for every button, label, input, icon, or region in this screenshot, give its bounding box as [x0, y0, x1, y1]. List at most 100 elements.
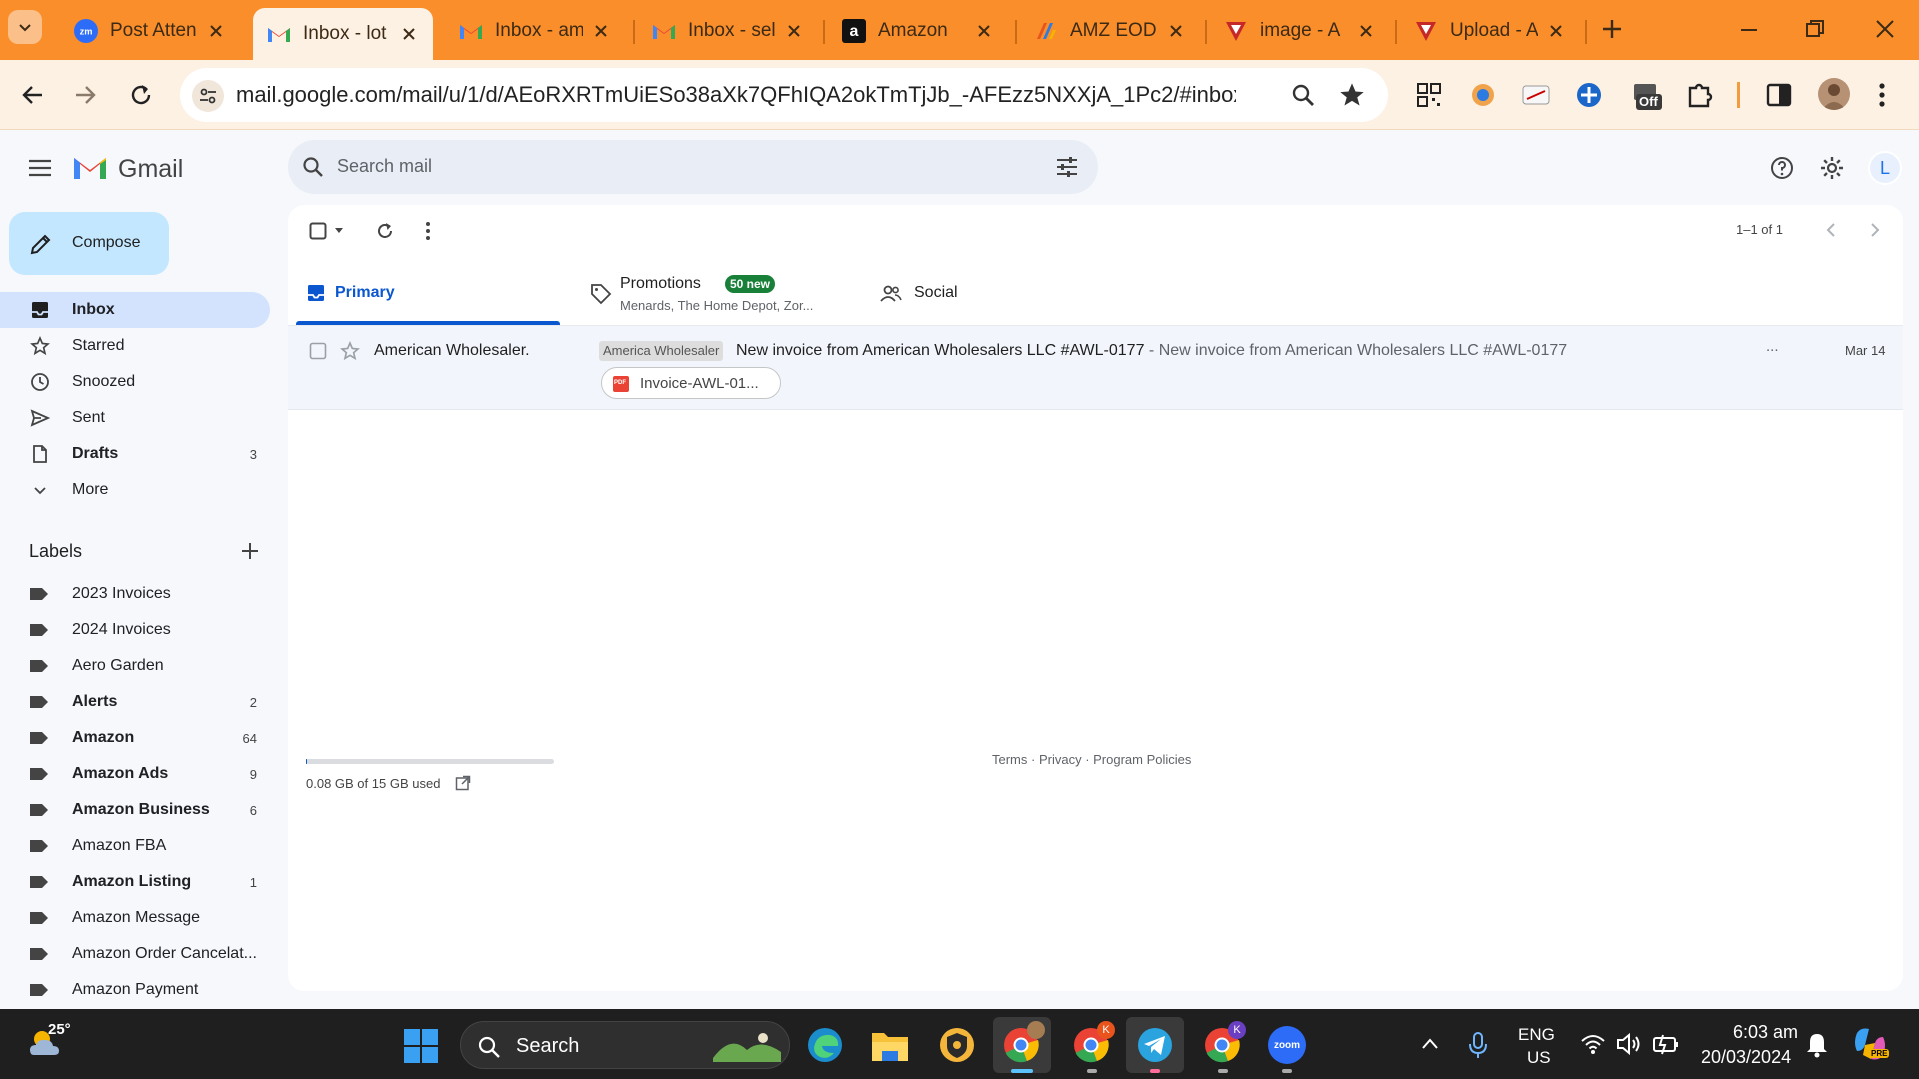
- microphone-icon[interactable]: [1468, 1031, 1488, 1059]
- sidebar-label-item[interactable]: Aero Garden: [0, 648, 270, 684]
- sidebar-item-sent[interactable]: Sent: [0, 400, 270, 436]
- language-indicator[interactable]: ENG: [1518, 1025, 1555, 1045]
- puzzle-blue-extension-icon[interactable]: [1576, 82, 1602, 108]
- tab-promotions[interactable]: Promotions 50 new Menards, The Home Depo…: [588, 265, 848, 325]
- close-icon[interactable]: [974, 21, 994, 41]
- sidebar-item-drafts[interactable]: Drafts 3: [0, 436, 270, 472]
- browser-tab[interactable]: Upload - A: [1400, 10, 1580, 52]
- select-all-checkbox[interactable]: [309, 222, 327, 240]
- restore-icon[interactable]: [1804, 18, 1826, 40]
- close-icon[interactable]: [1546, 21, 1566, 41]
- close-window-icon[interactable]: [1874, 18, 1896, 40]
- copilot-icon[interactable]: PRE: [1851, 1025, 1890, 1063]
- close-icon[interactable]: [784, 21, 804, 41]
- sidebar-label-item[interactable]: Amazon Business 6: [0, 792, 270, 828]
- sidebar-label-item[interactable]: Amazon Ads 9: [0, 756, 270, 792]
- browser-tab[interactable]: Inbox - sel: [638, 10, 818, 52]
- sidebar-label-item[interactable]: 2023 Invoices: [0, 576, 270, 612]
- sidebar-label-item[interactable]: Amazon Payment: [0, 972, 270, 1008]
- sidebar-item-inbox[interactable]: Inbox: [0, 292, 270, 328]
- newer-chevron-right-icon[interactable]: [1868, 221, 1882, 239]
- zoom-search-icon[interactable]: [1290, 82, 1316, 108]
- email-label-chip[interactable]: America Wholesaler: [599, 341, 724, 361]
- taskbar-chrome-k[interactable]: K: [1063, 1017, 1121, 1073]
- search-icon[interactable]: [302, 156, 324, 178]
- back-icon[interactable]: [20, 82, 46, 108]
- star-icon[interactable]: [340, 341, 360, 361]
- more-options-icon[interactable]: [425, 221, 431, 241]
- search-input[interactable]: Search mail: [337, 156, 432, 177]
- sidebar-label-item[interactable]: 2024 Invoices: [0, 612, 270, 648]
- table-row[interactable]: American Wholesaler. America Wholesaler …: [288, 326, 1903, 410]
- refresh-icon[interactable]: [375, 221, 395, 241]
- site-info-icon[interactable]: [192, 80, 224, 112]
- clock-time[interactable]: 6:03 am: [1733, 1022, 1798, 1043]
- sidebar-label-item[interactable]: Amazon FBA: [0, 828, 270, 864]
- sidebar-label-item[interactable]: Alerts 2: [0, 684, 270, 720]
- select-dropdown-icon[interactable]: [334, 227, 344, 235]
- taskbar-chrome-k2[interactable]: K: [1194, 1017, 1252, 1073]
- forward-icon[interactable]: [72, 82, 98, 108]
- help-icon[interactable]: [1770, 156, 1794, 180]
- battery-icon[interactable]: [1652, 1033, 1680, 1055]
- browser-tab[interactable]: Inbox - am: [445, 10, 625, 52]
- browser-tab-active[interactable]: Inbox - lot: [253, 8, 433, 60]
- shield-app-icon[interactable]: [938, 1026, 976, 1064]
- volume-icon[interactable]: [1616, 1032, 1644, 1056]
- close-icon[interactable]: [1356, 21, 1376, 41]
- wifi-icon[interactable]: [1580, 1033, 1606, 1055]
- settings-gear-icon[interactable]: [1819, 155, 1845, 181]
- bookmark-star-icon[interactable]: [1338, 81, 1366, 109]
- sidebar-label-item[interactable]: Amazon Message: [0, 900, 270, 936]
- account-avatar[interactable]: L: [1868, 151, 1902, 185]
- sidebar-item-more[interactable]: More: [0, 472, 270, 508]
- row-checkbox[interactable]: [309, 342, 327, 360]
- browser-tab[interactable]: image - A: [1210, 10, 1390, 52]
- sidebar-label-item[interactable]: Amazon Listing 1: [0, 864, 270, 900]
- taskbar-zoom[interactable]: zoom: [1258, 1017, 1316, 1073]
- browser-menu-icon[interactable]: [1877, 82, 1887, 108]
- extensions-puzzle-icon[interactable]: [1686, 80, 1714, 108]
- notification-bell-icon[interactable]: [1806, 1032, 1828, 1058]
- close-icon[interactable]: [1166, 21, 1186, 41]
- open-external-icon[interactable]: [455, 775, 471, 791]
- close-icon[interactable]: [591, 21, 611, 41]
- side-panel-icon[interactable]: [1766, 82, 1792, 108]
- browser-tab[interactable]: zm Post Atten: [60, 10, 240, 52]
- taskbar-telegram[interactable]: [1126, 1017, 1184, 1073]
- minimize-icon[interactable]: [1738, 18, 1760, 40]
- file-explorer-icon[interactable]: [870, 1029, 910, 1063]
- windows-start-icon[interactable]: [403, 1028, 439, 1064]
- login-extension-icon[interactable]: [1522, 82, 1550, 108]
- privacy-link[interactable]: Privacy: [1039, 752, 1082, 767]
- new-tab-icon[interactable]: [1601, 18, 1623, 40]
- search-options-icon[interactable]: [1056, 156, 1078, 178]
- tab-primary[interactable]: Primary: [296, 265, 560, 325]
- tab-social[interactable]: Social: [878, 265, 1118, 325]
- compose-button[interactable]: Compose: [9, 212, 169, 275]
- sidebar-item-snoozed[interactable]: Snoozed: [0, 364, 270, 400]
- close-icon[interactable]: [399, 24, 419, 44]
- attachment-chip[interactable]: PDF Invoice-AWL-01...: [601, 367, 781, 399]
- profile-avatar[interactable]: [1818, 78, 1850, 110]
- close-icon[interactable]: [206, 21, 226, 41]
- sidebar-item-starred[interactable]: Starred: [0, 328, 270, 364]
- off-extension-icon[interactable]: Off: [1630, 80, 1664, 112]
- circle-extension-icon[interactable]: [1470, 82, 1496, 108]
- taskbar-chrome-active[interactable]: [993, 1017, 1051, 1073]
- program-policies-link[interactable]: Program Policies: [1093, 752, 1191, 767]
- browser-tab[interactable]: a Amazon: [828, 10, 1008, 52]
- older-chevron-left-icon[interactable]: [1824, 221, 1838, 239]
- browser-tab[interactable]: AMZ EOD: [1020, 10, 1200, 52]
- tab-search-button[interactable]: [8, 10, 42, 44]
- address-bar[interactable]: mail.google.com/mail/u/1/d/AEoRXRTmUiESo…: [180, 68, 1388, 122]
- search-bar[interactable]: Search mail: [288, 140, 1098, 194]
- main-menu-icon[interactable]: [28, 158, 52, 178]
- taskbar-search[interactable]: Search: [460, 1021, 790, 1069]
- sidebar-label-item[interactable]: Amazon 64: [0, 720, 270, 756]
- qr-extension-icon[interactable]: [1416, 82, 1442, 108]
- chevron-up-icon[interactable]: [1420, 1036, 1440, 1052]
- sidebar-label-item[interactable]: Amazon Order Cancelat...: [0, 936, 270, 972]
- reload-icon[interactable]: [128, 82, 154, 108]
- add-label-icon[interactable]: [240, 541, 260, 561]
